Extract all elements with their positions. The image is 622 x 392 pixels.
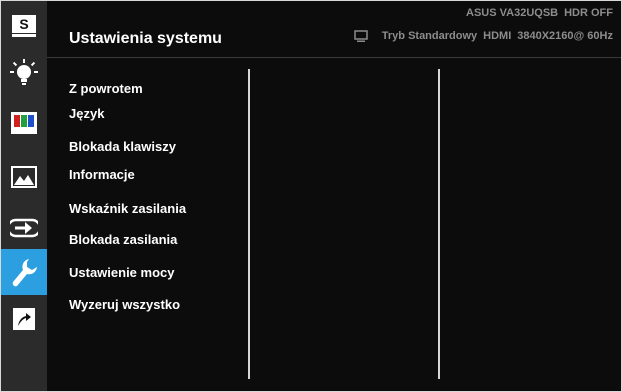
signal-status: Tryb Standardowy HDMI 3840X2160@ 60Hz [354,30,613,42]
monitor-icon [354,30,368,42]
mode-label: Tryb Standardowy [381,30,478,42]
menu-item-information[interactable]: Informacje [69,167,135,182]
sidebar-item-splendid[interactable]: S [1,5,47,47]
menu-item-power-setting[interactable]: Ustawienie mocy [69,265,175,280]
sidebar-item-image[interactable] [1,156,47,198]
page-title: Ustawienia systemu [69,30,222,47]
sidebar-item-shortcut[interactable] [1,298,47,340]
svg-text:S: S [19,16,28,32]
menu-item-language[interactable]: Język [69,106,104,121]
column-divider [248,69,250,379]
column-divider [438,69,440,379]
menu-item-key-lock[interactable]: Blokada klawiszy [69,139,176,154]
menu-item-power-lock[interactable]: Blokada zasilania [69,232,177,247]
input-label: HDMI [483,30,512,42]
shortcut-arrow-icon [13,308,35,330]
main-panel: Ustawienia systemu ASUS VA32UQSB HDR OFF… [47,1,621,391]
resolution-label: 3840X2160@ 60Hz [517,30,613,42]
brightness-icon [10,59,38,85]
menu-item-reset-all[interactable]: Wyzeruj wszystko [69,297,180,312]
image-icon [11,166,37,188]
model-info: ASUS VA32UQSB HDR OFF [466,7,613,19]
sidebar-item-input[interactable] [1,207,47,249]
header: Ustawienia systemu ASUS VA32UQSB HDR OFF… [47,1,621,58]
color-bars-icon [11,112,37,134]
osd-window: S Ustawienia systemu ASUS VA32UQSB HDR O… [0,0,622,392]
menu-item-back[interactable]: Z powrotem [69,81,143,96]
sidebar: S [1,1,47,391]
menu-item-power-indicator[interactable]: Wskaźnik zasilania [69,201,186,216]
sidebar-item-color[interactable] [1,102,47,144]
model-name: ASUS VA32UQSB [466,7,559,19]
wrench-icon [12,259,37,287]
splendid-s-icon: S [12,15,36,37]
sidebar-item-brightness[interactable] [1,53,47,95]
hdr-status: HDR OFF [564,7,613,19]
sidebar-item-system-setup[interactable] [1,249,47,295]
input-select-icon [10,218,38,238]
